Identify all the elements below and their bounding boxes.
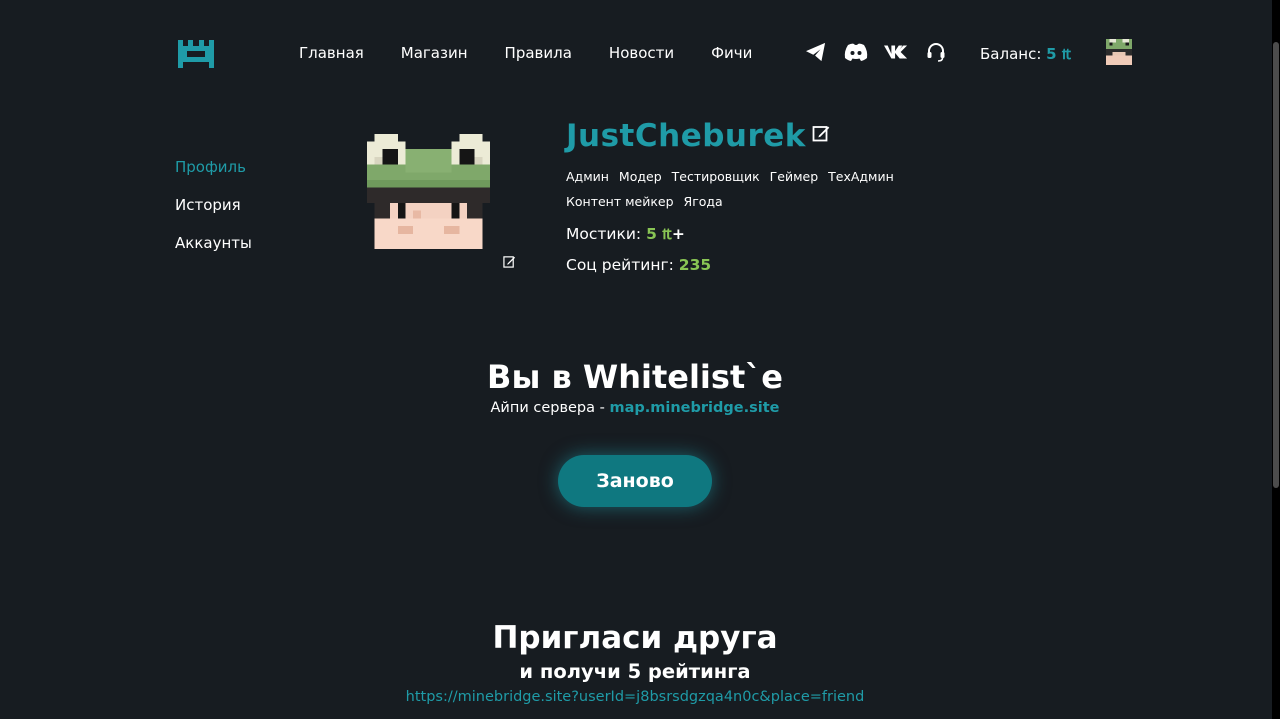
scrollbar-thumb[interactable] [1273,42,1279,488]
role-badge: Контент мейкер [566,194,674,209]
rating-value: 235 [678,256,712,274]
server-ip-value[interactable]: map.minebridge.site [609,400,779,416]
role-badge: Геймер [769,169,819,184]
header: Главная Магазин Правила Новости Фичи Бал… [0,0,1270,105]
role-badge: Ягода [683,194,723,209]
nav-home[interactable]: Главная [299,44,364,62]
headset-icon[interactable] [924,40,948,64]
rating-stat: Соц рейтинг: 235 [566,256,711,274]
nav-shop[interactable]: Магазин [401,44,468,62]
role-list: Админ Модер Тестировщик Геймер ТехАдмин … [566,168,946,210]
telegram-icon[interactable] [804,40,828,64]
player-skin [367,133,490,250]
social-links [804,40,948,64]
invite-title: Пригласи друга [492,620,778,656]
sidebar-item-history[interactable]: История [175,195,252,215]
edit-name-icon[interactable] [812,124,830,142]
invite-link[interactable]: https://minebridge.site?userId=j8bsrsdgz… [406,689,865,705]
role-badge: ТехАдмин [828,169,894,184]
rating-label: Соц рейтинг: [566,256,674,274]
main-nav: Главная Магазин Правила Новости Фичи [299,44,752,62]
vk-icon[interactable] [884,40,908,64]
discord-icon[interactable] [844,40,868,64]
add-currency-button[interactable]: + [672,225,685,243]
currency-value: 5 ₶ [646,225,672,243]
restart-button[interactable]: Заново [558,455,712,507]
nav-rules[interactable]: Правила [505,44,572,62]
avatar[interactable] [1106,39,1132,65]
currency-label: Мостики: [566,225,642,243]
role-badge: Тестировщик [671,169,760,184]
invite-subtitle: и получи 5 рейтинга [519,660,751,683]
edit-skin-icon[interactable] [503,255,516,268]
nav-features[interactable]: Фичи [711,44,752,62]
role-badge: Админ [566,169,609,184]
balance: Баланс: 5 ₶ [980,44,1071,64]
sidebar-item-accounts[interactable]: Аккаунты [175,233,252,253]
scrollbar[interactable] [1272,0,1280,719]
invite-link-row: https://minebridge.site?userId=j8bsrsdgz… [0,689,1270,705]
logo[interactable] [178,40,214,68]
currency-stat: Мостики: 5 ₶+ [566,222,685,244]
server-ip: Айпи сервера - map.minebridge.site [0,400,1270,416]
role-badge: Модер [618,169,662,184]
nav-news[interactable]: Новости [609,44,674,62]
profile-sidebar: Профиль История Аккаунты [175,157,252,253]
server-ip-label: Айпи сервера - [490,400,605,416]
balance-amount: 5 ₶ [1046,45,1072,63]
whitelist-title: Вы в Whitelist`е [487,358,783,396]
balance-label: Баланс: [980,45,1042,63]
sidebar-item-profile[interactable]: Профиль [175,157,252,177]
username: JustCheburek [566,118,806,154]
